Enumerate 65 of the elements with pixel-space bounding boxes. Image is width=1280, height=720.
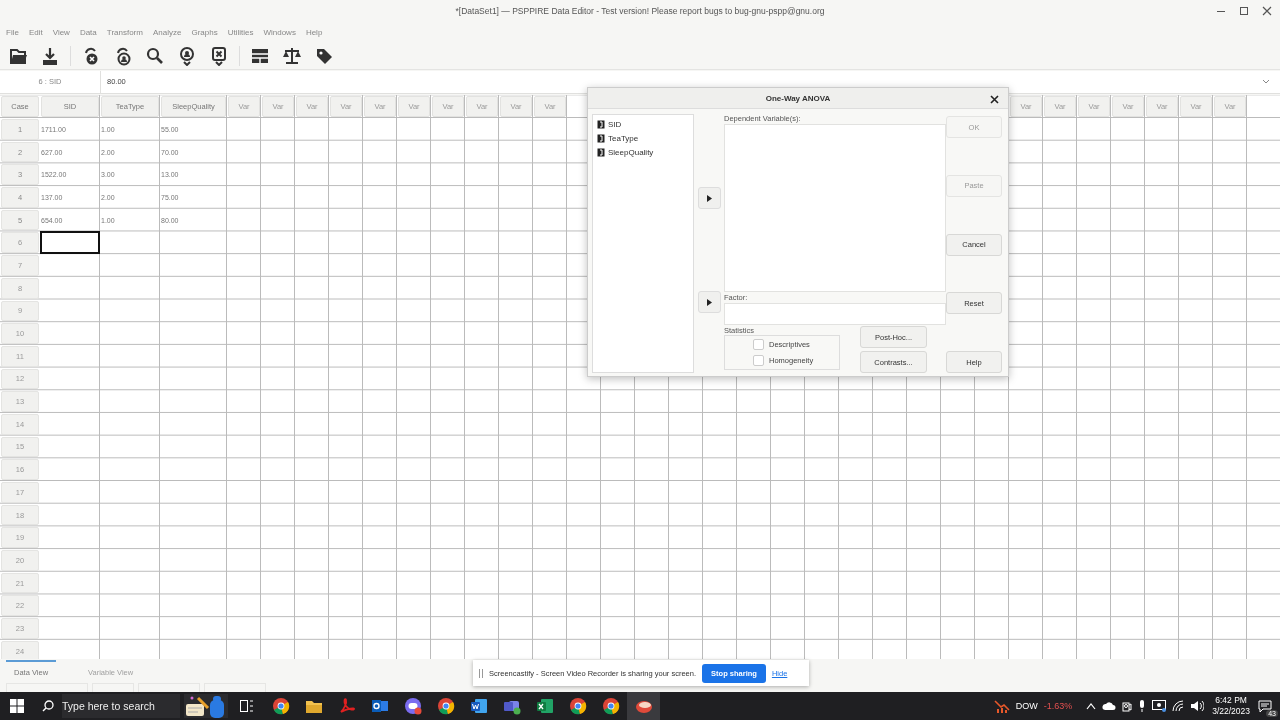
cross-pin-icon[interactable] [209, 45, 229, 66]
scale-variable-icon [597, 133, 605, 143]
dropdown-icon[interactable] [1262, 79, 1270, 85]
download-icon[interactable] [40, 45, 60, 66]
speaker-icon[interactable] [1190, 700, 1205, 712]
right-arrow-icon [706, 194, 712, 202]
variable-name[interactable]: SleepQuality [608, 147, 654, 157]
scale-variable-icon [597, 119, 605, 129]
scale-icon[interactable] [282, 45, 302, 66]
variable-list[interactable]: SID TeaType SleepQuality [592, 114, 694, 373]
ticker-change: -1.63% [1043, 701, 1073, 711]
chat-icon [403, 697, 422, 715]
menu-item[interactable]: File [6, 27, 19, 37]
show-hidden-icons-icon[interactable] [1086, 702, 1097, 710]
taskbar-button[interactable] [627, 692, 660, 720]
browser-icon [271, 697, 290, 715]
checkbox[interactable] [753, 338, 764, 350]
screen-icon[interactable] [1152, 700, 1167, 712]
dialog-title: One-Way ANOVA [765, 93, 831, 103]
variable-name[interactable]: TeaType [608, 133, 639, 143]
menu-item[interactable]: Help [305, 27, 323, 37]
wifi-icon[interactable] [1172, 700, 1185, 712]
maximize-icon[interactable] [1239, 6, 1249, 16]
close-icon[interactable] [990, 95, 999, 104]
browser-icon [601, 697, 620, 715]
word-icon [469, 697, 488, 715]
pdf-icon [337, 697, 356, 715]
checkbox[interactable] [753, 355, 764, 367]
mail-icon [370, 697, 389, 715]
factor-field[interactable] [724, 303, 946, 325]
camera-icon[interactable] [1122, 700, 1133, 712]
menu-item[interactable]: Analyze [152, 27, 182, 37]
scale-variable-icon [597, 147, 605, 157]
browser-icon [436, 697, 455, 715]
ticker-name: DOW [1015, 701, 1038, 711]
move-button[interactable] [697, 291, 721, 313]
cloud-icon[interactable] [1102, 701, 1117, 711]
move-button[interactable] [697, 187, 721, 209]
person-pin-icon[interactable] [177, 45, 197, 66]
right-arrow-icon [706, 298, 712, 306]
search-icon [42, 700, 54, 712]
menu-item[interactable]: Utilities [227, 27, 254, 37]
search-field[interactable]: Type here to search [62, 694, 180, 718]
clock-time: 6:42 PM [1215, 695, 1247, 706]
windows-logo-icon[interactable] [10, 699, 24, 713]
search-icon[interactable] [145, 45, 165, 66]
browser-icon [568, 697, 587, 715]
microphone-icon[interactable] [1138, 700, 1147, 712]
variable-name[interactable]: SID [608, 119, 622, 129]
clock[interactable]: 6:42 PM 3/22/2023 [1212, 695, 1250, 717]
clock-date: 3/22/2023 [1212, 706, 1250, 717]
stock-chart-icon [993, 699, 1010, 713]
selected-cell[interactable] [40, 231, 100, 255]
notification-center-icon[interactable] [1258, 700, 1272, 712]
drag-handle-icon [479, 668, 483, 678]
menu-item[interactable]: Edit [28, 27, 43, 37]
excel-icon [535, 697, 554, 715]
task-view-icon[interactable] [240, 700, 254, 712]
window-title: *[DataSet1] — PSPPIRE Data Editor - Test version! Please report bugs to bug-gnu-pspp@gnu.org [455, 6, 825, 16]
menu-item[interactable]: Transform [106, 27, 143, 37]
menu-item[interactable]: Graphs [191, 27, 218, 37]
menu-item[interactable]: Windows [263, 27, 296, 37]
close-icon[interactable] [1262, 6, 1272, 16]
menu-item[interactable]: View [52, 27, 70, 37]
menu-item[interactable]: Data [79, 27, 97, 37]
